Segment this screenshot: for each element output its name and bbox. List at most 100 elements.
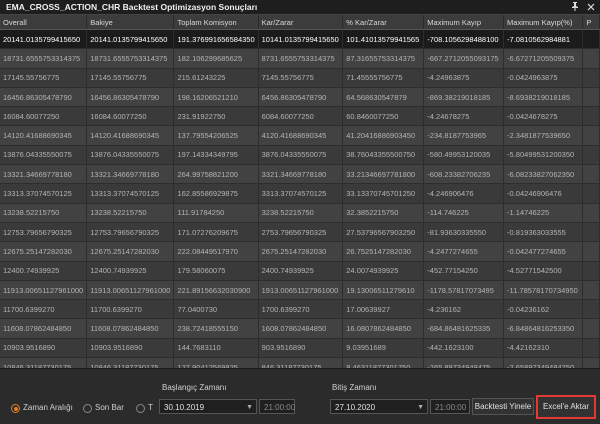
radio-last-bar[interactable] xyxy=(83,404,92,413)
table-cell: -0.042477274655 xyxy=(503,241,584,262)
table-cell: 27.53796567903250 xyxy=(342,222,425,243)
rerun-backtest-button[interactable]: Backtesti Yinele xyxy=(472,398,534,415)
start-time-value: 21:00:00 xyxy=(264,403,296,412)
table-cell: -0.819363033555 xyxy=(503,222,584,243)
table-cell: -4.42162310 xyxy=(503,338,584,359)
table-cell xyxy=(582,145,600,166)
table-row[interactable]: 13238.52215750 13238.52215750 111.91784250… xyxy=(0,203,600,223)
table-cell: -442.1623100 xyxy=(423,338,505,359)
table-cell: 13321.34669778180 xyxy=(86,164,175,185)
table-row[interactable]: 20141.0135799415650 20141.0135799415650 19… xyxy=(0,29,600,50)
table-cell: 111.91784250 xyxy=(173,203,259,223)
table-cell: 16456.86305478790 xyxy=(86,87,175,108)
table-cell: -869.38219018185 xyxy=(423,87,505,108)
table-cell: 17.00639927 xyxy=(342,299,425,320)
table-cell: -6.08233827062350 xyxy=(503,164,584,185)
table-cell xyxy=(582,357,600,368)
table-cell: 12400.74939925 xyxy=(86,261,175,281)
table-cell: 16.0807862484850 xyxy=(342,318,425,339)
table-row[interactable]: 13876.04335550075 13876.04335550075 197.14… xyxy=(0,145,600,166)
table-row[interactable]: 12753.79656790325 12753.79656790325 171.07… xyxy=(0,222,600,243)
pin-icon[interactable] xyxy=(570,1,580,12)
table-cell: 137.79554206525 xyxy=(173,125,259,146)
table-cell: 71.45555756775 xyxy=(342,68,425,88)
export-excel-button[interactable]: Excel'e Aktar xyxy=(536,395,596,419)
table-row[interactable]: 11913.00651127961000 11913.00651127961000… xyxy=(0,280,600,301)
results-grid[interactable]: Overall Bakiye Toplam Komisyon Kar/Zarar% K… xyxy=(0,15,600,368)
table-cell xyxy=(582,318,600,339)
end-time-input[interactable]: 21:00:00 xyxy=(430,399,470,414)
radio-time-range-label[interactable]: Zaman Aralığı xyxy=(23,403,73,412)
table-cell: -684.86481625335 xyxy=(423,318,505,339)
table-cell: 12753.79656790325 xyxy=(86,222,175,243)
table-cell: -0.0424678275 xyxy=(503,106,584,127)
column-header[interactable]: % Kar/Zarar xyxy=(342,15,425,30)
column-header[interactable]: Bakiye xyxy=(86,15,175,30)
start-date-picker[interactable]: 30.10.2019 ▼ xyxy=(159,399,257,414)
table-row[interactable]: 13321.34669778180 13321.34669778180 264.99… xyxy=(0,164,600,185)
radio-last-bar-label[interactable]: Son Bar xyxy=(95,403,124,412)
table-row[interactable]: 17145.55756775 17145.55756775 215.61243225… xyxy=(0,68,600,88)
window-title: EMA_CROSS_ACTION_CHR Backtest Optimizasy… xyxy=(6,2,258,12)
close-icon[interactable] xyxy=(586,1,596,12)
table-cell: -4.24963875 xyxy=(423,68,505,88)
table-cell: 13313.37074570125 xyxy=(0,183,88,204)
column-header[interactable]: Maximum Kayıp(%) xyxy=(503,15,584,30)
table-cell: 13238.52215750 xyxy=(0,203,88,223)
table-cell: -2.3481877539650 xyxy=(503,125,584,146)
table-cell: 16084.60077250 xyxy=(0,106,88,127)
table-cell: 10903.9516890 xyxy=(0,338,88,359)
table-row[interactable]: 10903.9516890 10903.9516890 144.7683110 903… xyxy=(0,338,600,359)
table-header: Overall Bakiye Toplam Komisyon Kar/Zarar% K… xyxy=(0,15,600,30)
column-header[interactable]: Overall xyxy=(0,15,88,30)
table-cell: -4.24678275 xyxy=(423,106,505,127)
chevron-down-icon[interactable]: ▼ xyxy=(246,400,253,415)
chevron-down-icon[interactable]: ▼ xyxy=(417,400,424,415)
table-cell: 171.07276209675 xyxy=(173,222,259,243)
table-cell: 1913.00651127961000 xyxy=(258,280,344,301)
table-cell: 20141.0135799415650 xyxy=(0,29,88,50)
table-cell xyxy=(582,203,600,223)
column-header[interactable]: Maximum Kayıp xyxy=(423,15,505,30)
radio-t[interactable] xyxy=(136,404,145,413)
table-cell: -0.04246906476 xyxy=(503,183,584,204)
table-row[interactable]: 14120.41688690345 14120.41688690345 137.79… xyxy=(0,125,600,146)
table-row[interactable]: 16456.86305478790 16456.86305478790 198.16… xyxy=(0,87,600,108)
table-cell xyxy=(582,68,600,88)
radio-t-label[interactable]: T xyxy=(148,403,153,412)
table-cell xyxy=(582,48,600,69)
table-cell: -5.80499531200350 xyxy=(503,145,584,166)
table-cell: 18731.6555753314375 xyxy=(86,48,175,69)
table-cell: 17145.55756775 xyxy=(86,68,175,88)
table-row[interactable]: 16084.60077250 16084.60077250 231.91922750… xyxy=(0,106,600,127)
start-date-value: 30.10.2019 xyxy=(164,403,205,412)
table-cell: -1.14746225 xyxy=(503,203,584,223)
table-cell: 10141.0135799415650 xyxy=(258,29,344,50)
table-row[interactable]: 10846.31187730175 10846.31187730175 127.90… xyxy=(0,357,600,368)
table-cell: 215.61243225 xyxy=(173,68,259,88)
table-cell: 60.8460077250 xyxy=(342,106,425,127)
table-cell: 3321.34669778180 xyxy=(258,164,344,185)
table-row[interactable]: 12675.25147282030 12675.25147282030 222.08… xyxy=(0,241,600,262)
table-cell: -4.52771542500 xyxy=(503,261,584,281)
table-cell: -11.78578170734950 xyxy=(503,280,584,301)
table-cell: 222.08449517970 xyxy=(173,241,259,262)
radio-time-range[interactable] xyxy=(11,404,20,413)
table-cell: 231.91922750 xyxy=(173,106,259,127)
table-cell: 238.72418555150 xyxy=(173,318,259,339)
column-header[interactable]: Kar/Zarar xyxy=(258,15,344,30)
end-date-picker[interactable]: 27.10.2020 ▼ xyxy=(330,399,428,414)
column-header[interactable]: Toplam Komisyon xyxy=(173,15,259,30)
table-row[interactable]: 13313.37074570125 13313.37074570125 162.85… xyxy=(0,183,600,204)
table-cell: -2.65897349484750 xyxy=(503,357,584,368)
table-row[interactable]: 12400.74939925 12400.74939925 179.58060075… xyxy=(0,261,600,281)
table-row[interactable]: 18731.6555753314375 18731.6555753314375 18… xyxy=(0,48,600,69)
table-cell: 2675.25147282030 xyxy=(258,241,344,262)
table-row[interactable]: 11700.6399270 11700.6399270 77.0400730 1700… xyxy=(0,299,600,320)
table-cell: 33.21346697781800 xyxy=(342,164,425,185)
start-time-input[interactable]: 21:00:00 xyxy=(259,399,295,414)
table-cell: -234.8187753965 xyxy=(423,125,505,146)
table-row[interactable]: 11608.07862484850 11608.07862484850 238.72… xyxy=(0,318,600,339)
column-header[interactable]: P xyxy=(582,15,600,30)
table-cell: 903.9516890 xyxy=(258,338,344,359)
